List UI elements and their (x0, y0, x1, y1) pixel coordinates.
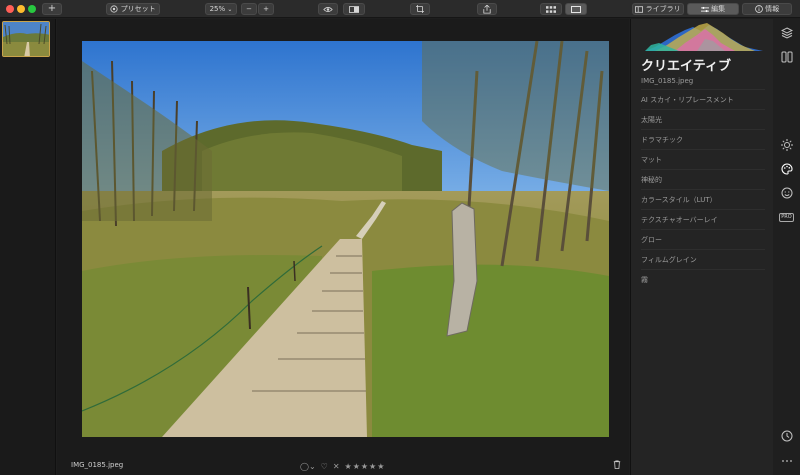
viewer-file-name: IMG_0185.jpeg (71, 461, 124, 469)
reject-button[interactable]: ✕ (333, 462, 340, 471)
layers-icon[interactable] (780, 27, 794, 39)
tool-glow[interactable]: グロー (641, 229, 765, 249)
image-viewer: IMG_0185.jpeg ◯⌄ ♡ ✕ ★★★★★ (57, 19, 629, 475)
info-icon (755, 5, 765, 13)
canvas-icon[interactable] (781, 51, 793, 63)
compare-button[interactable] (343, 3, 365, 15)
tool-sunrays[interactable]: 太陽光 (641, 109, 765, 129)
toolbar: + プリセット 25% ⌄ − + ライブラリ 編集 情報 (0, 0, 800, 18)
edit-panel: クリエイティブ IMG_0185.jpeg AI スカイ・リプレースメント 太陽… (630, 19, 773, 475)
creative-palette-icon[interactable] (781, 163, 793, 175)
panel-file-name: IMG_0185.jpeg (641, 77, 694, 85)
creative-tools-list: AI スカイ・リプレースメント 太陽光 ドラマチック マット 神秘的 カラースタ… (641, 89, 765, 289)
tab-library-label: ライブラリ (645, 5, 681, 13)
color-label-icon[interactable]: ◯⌄ (300, 462, 316, 471)
star-rating[interactable]: ★★★★★ (345, 462, 386, 471)
crop-icon (416, 5, 424, 13)
tool-color-style-lut[interactable]: カラースタイル（LUT） (641, 189, 765, 209)
tool-ai-sky-replacement[interactable]: AI スカイ・リプレースメント (641, 89, 765, 109)
tab-info[interactable]: 情報 (742, 3, 792, 15)
essentials-sun-icon[interactable] (781, 139, 793, 151)
tool-matte[interactable]: マット (641, 149, 765, 169)
history-clock-icon[interactable] (781, 430, 793, 442)
presets-label: プリセット (120, 5, 156, 13)
zoom-select[interactable]: 25% ⌄ (205, 3, 237, 15)
tool-fog[interactable]: 霧 (641, 269, 765, 289)
rating-toolbar: ◯⌄ ♡ ✕ ★★★★★ (300, 462, 385, 471)
library-icon (635, 5, 645, 13)
preview-button[interactable] (318, 3, 338, 15)
zoom-in-button[interactable]: + (258, 3, 274, 15)
more-icon[interactable] (781, 456, 793, 468)
trash-icon[interactable] (613, 460, 621, 471)
single-view-icon (571, 5, 581, 13)
sliders-icon (700, 5, 711, 13)
tab-info-label: 情報 (765, 5, 780, 13)
portrait-face-icon[interactable] (781, 187, 793, 199)
main-photo[interactable] (82, 41, 609, 437)
tab-library[interactable]: ライブラリ (632, 3, 684, 15)
filmstrip (0, 19, 56, 475)
histogram (645, 21, 763, 51)
tab-edit[interactable]: 編集 (687, 3, 739, 15)
zoom-window-button[interactable] (28, 5, 36, 13)
heart-icon[interactable]: ♡ (321, 462, 328, 471)
presets-button[interactable]: プリセット (106, 3, 160, 15)
zoom-out-button[interactable]: − (241, 3, 257, 15)
tab-edit-label: 編集 (711, 5, 726, 13)
photo-thumbnail[interactable] (2, 21, 50, 57)
chevron-down-icon: ⌄ (227, 6, 233, 13)
tool-dramatic[interactable]: ドラマチック (641, 129, 765, 149)
tool-texture-overlay[interactable]: テクスチャオーバーレイ (641, 209, 765, 229)
minimize-window-button[interactable] (17, 5, 25, 13)
single-view-button[interactable] (565, 3, 587, 15)
share-icon (483, 4, 491, 13)
zoom-value: 25% (209, 5, 226, 13)
tool-film-grain[interactable]: フィルムグレイン (641, 249, 765, 269)
panel-title: クリエイティブ (641, 59, 731, 74)
tool-mystical[interactable]: 神秘的 (641, 169, 765, 189)
grid-view-button[interactable] (540, 3, 562, 15)
pro-badge[interactable]: PRO (779, 213, 794, 222)
add-button[interactable]: + (42, 3, 62, 15)
share-button[interactable] (477, 3, 497, 15)
close-window-button[interactable] (6, 5, 14, 13)
grid-icon (546, 5, 556, 13)
crop-button[interactable] (410, 3, 430, 15)
compare-icon (349, 5, 359, 13)
eye-icon (323, 5, 333, 13)
tool-category-rail: PRO (773, 19, 800, 475)
presets-icon (110, 5, 120, 13)
